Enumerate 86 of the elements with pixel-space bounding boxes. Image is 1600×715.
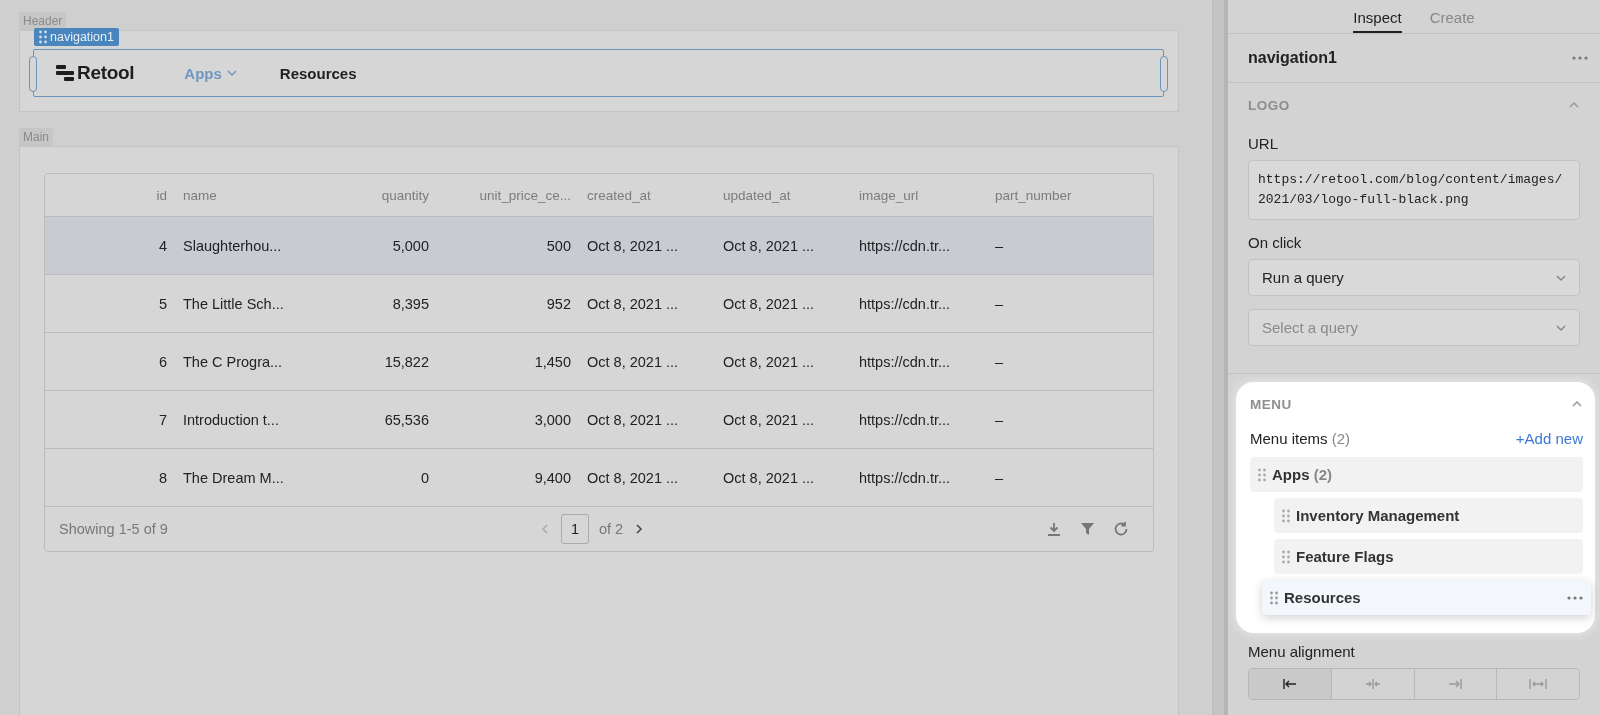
table-cell-text: 5,000 [391, 237, 430, 254]
table-cell-text: The Little Sch... [182, 295, 285, 312]
panel-tab[interactable]: Inspect [1353, 0, 1402, 33]
area-label: Header [19, 12, 67, 30]
drag-handle-icon[interactable] [1282, 508, 1290, 523]
table-cell-text: – [994, 295, 1005, 312]
table-cell-text: Oct 8, 2021 ... [722, 295, 816, 312]
table-cell-text: – [994, 469, 1005, 486]
drag-handle-icon[interactable] [1282, 549, 1290, 564]
table-cell-text: 4 [157, 237, 168, 254]
align-right-icon [1448, 678, 1463, 690]
download-icon [1046, 521, 1062, 537]
table-cell-text: Oct 8, 2021 ... [722, 411, 816, 428]
menu-item[interactable]: Feature Flags [1274, 539, 1583, 574]
component-name: navigation1 [1248, 49, 1337, 67]
table-cell-text: 65,536 [383, 411, 430, 428]
align-left-icon [1282, 678, 1297, 690]
table-cell-text: https://cdn.tr... [858, 411, 952, 428]
table-cell-text: https://cdn.tr... [858, 469, 952, 486]
menu-item[interactable]: Resources [1262, 580, 1591, 615]
table-cell-text: Oct 8, 2021 ... [586, 353, 680, 370]
caret-icon [225, 67, 238, 79]
field-label: On click [1248, 234, 1303, 251]
more-options-icon[interactable] [1572, 56, 1588, 60]
menu-item[interactable]: Inventory Management [1274, 498, 1583, 533]
refresh-icon [1113, 521, 1129, 537]
table-cell-text: – [994, 237, 1005, 254]
table-cell-text: Oct 8, 2021 ... [586, 295, 680, 312]
section-title: LOGO [1248, 97, 1290, 113]
table-cell-text: 1,450 [533, 353, 572, 370]
download-button[interactable] [1046, 521, 1062, 537]
drag-handle-icon[interactable] [39, 30, 47, 44]
drag-handle-icon[interactable] [1258, 467, 1266, 482]
page-total-text: of 2 [599, 521, 624, 537]
table-cell-text: Oct 8, 2021 ... [586, 411, 680, 428]
table-cell-text: 0 [419, 469, 430, 486]
refresh-button[interactable] [1113, 521, 1129, 537]
alignment-option[interactable] [1249, 669, 1332, 699]
menu-items-label: Menu items (2) [1250, 430, 1351, 447]
nav-link[interactable]: Resources [279, 64, 357, 82]
add-new-link[interactable]: +Add new [1515, 430, 1583, 447]
table-cell-text: 8 [157, 469, 168, 486]
table-cell-text: https://cdn.tr... [858, 353, 952, 370]
logo-text: Retool [77, 62, 135, 84]
table-cell-text: 8,395 [391, 295, 430, 312]
drag-handle-icon[interactable] [1270, 590, 1278, 605]
table-cell-text: The Dream M... [182, 469, 285, 486]
url-field[interactable]: https://retool.com/blog/content/images/2021/03/logo-full-black.png [1248, 160, 1580, 220]
area-label: Main [19, 128, 53, 146]
field-label: Menu alignment [1248, 643, 1356, 660]
table-cell-text: 5 [157, 295, 168, 312]
table-cell-text: Introduction t... [182, 411, 280, 428]
page-input[interactable]: 1 [561, 514, 589, 544]
more-options-icon[interactable] [1567, 595, 1583, 600]
table-cell-text: Slaughterhou... [182, 237, 283, 254]
section-title: MENU [1250, 396, 1292, 412]
table-cell-text: 6 [157, 353, 168, 370]
menu-item[interactable]: Apps (2) [1250, 457, 1583, 492]
table-cell-text: https://cdn.tr... [858, 237, 952, 254]
table-cell-text: 9,400 [533, 469, 572, 486]
field-label: URL [1248, 135, 1279, 152]
filter-button[interactable] [1080, 521, 1095, 537]
table-cell-text: – [994, 411, 1005, 428]
logo-icon [56, 65, 74, 81]
table-cell-text: https://cdn.tr... [858, 295, 952, 312]
table-cell-text: Oct 8, 2021 ... [722, 237, 816, 254]
table-cell-text: 3,000 [533, 411, 572, 428]
align-center-icon [1364, 678, 1381, 690]
filter-icon [1080, 521, 1095, 537]
table-cell-text: Oct 8, 2021 ... [586, 469, 680, 486]
align-justify-icon [1529, 678, 1548, 690]
table-cell-text: – [994, 353, 1005, 370]
table-row[interactable]: 4 Slaughterhou... 5,000 500 Oct 8, 2021 ... Oct 8, 2021 ... https://cdn.tr... – [45, 217, 1153, 275]
row-count-text: Showing 1-5 of 9 [59, 521, 169, 537]
chevron-left-icon [539, 523, 551, 535]
resize-handle[interactable] [29, 56, 37, 92]
resize-handle[interactable] [1160, 56, 1168, 92]
table-cell-text: 500 [545, 237, 572, 254]
action-select[interactable]: Run a query [1248, 259, 1580, 296]
table-cell-text: 952 [545, 295, 572, 312]
table-cell-text: 7 [157, 411, 168, 428]
table-cell-text: Oct 8, 2021 ... [722, 353, 816, 370]
table-cell-text: 15,822 [383, 353, 430, 370]
table-cell-text: Oct 8, 2021 ... [722, 469, 816, 486]
table-cell-text: Oct 8, 2021 ... [586, 237, 680, 254]
table-cell-text: The C Progra... [182, 353, 284, 370]
